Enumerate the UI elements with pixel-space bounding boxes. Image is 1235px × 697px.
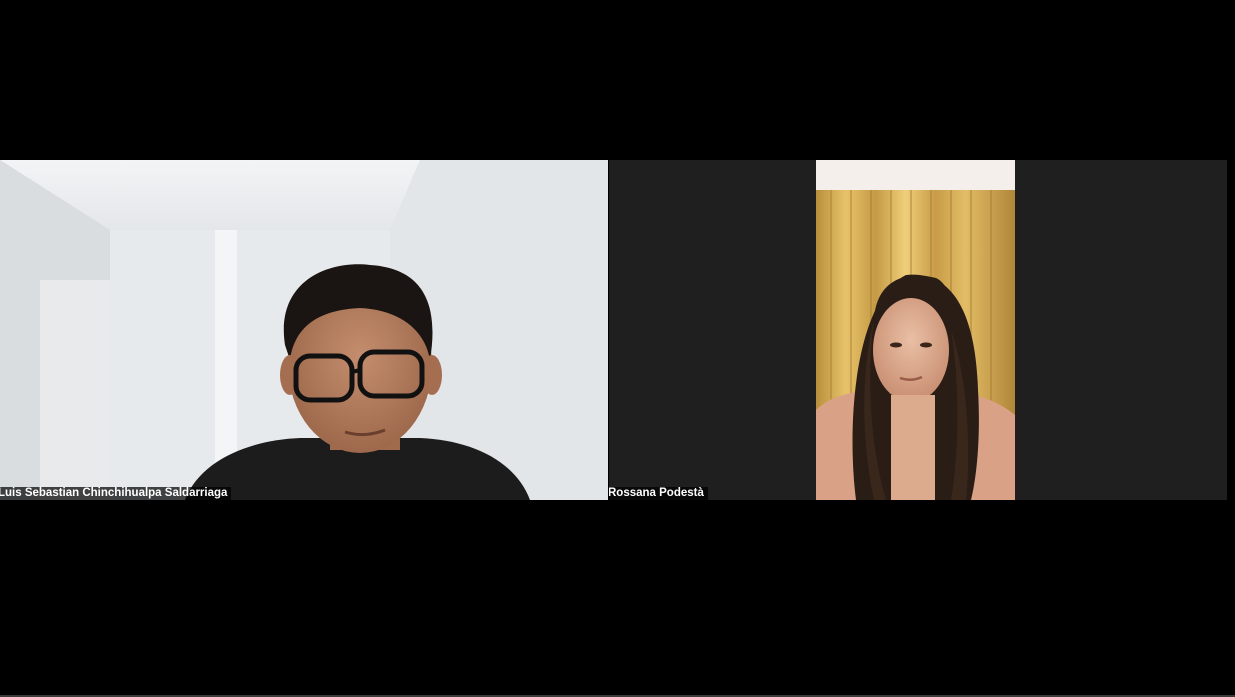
participant-name-label: Rossana Podestà <box>609 487 708 500</box>
participant-name-label: Luis Sebastian Chinchihualpa Saldarriaga <box>0 487 232 500</box>
participant-video-feed <box>0 160 608 500</box>
video-call-stage: Luis Sebastian Chinchihualpa Saldarriaga <box>0 0 1235 697</box>
participant-video-tile[interactable]: Luis Sebastian Chinchihualpa Saldarriaga <box>0 160 608 500</box>
participant-video-feed <box>816 160 1015 500</box>
participant-video-tile[interactable]: Rossana Podestà <box>609 160 1227 500</box>
